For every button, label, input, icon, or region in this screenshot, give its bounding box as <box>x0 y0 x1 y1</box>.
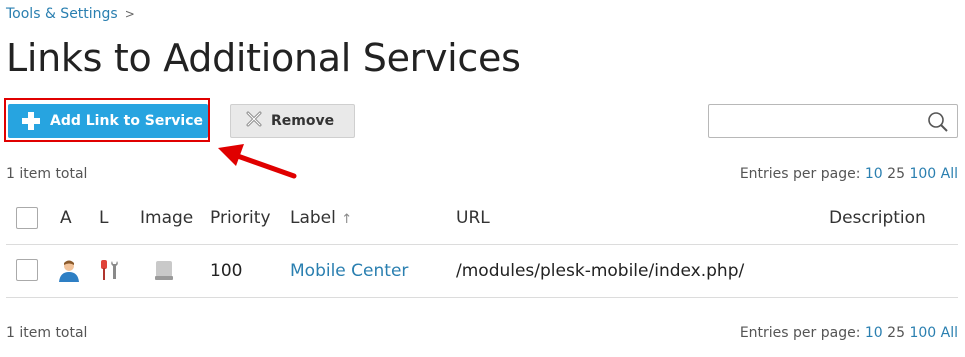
page-size-25[interactable]: 25 <box>887 325 905 341</box>
image-placeholder-icon <box>154 258 174 286</box>
search-box <box>708 104 958 138</box>
column-header-label[interactable]: Label ↑ <box>290 208 352 228</box>
remove-button[interactable]: Remove <box>230 104 355 138</box>
column-header-priority[interactable]: Priority <box>210 208 271 228</box>
row-priority: 100 <box>210 261 243 281</box>
column-header-description[interactable]: Description <box>829 208 926 228</box>
column-header-label-text: Label <box>290 208 336 228</box>
column-header-image[interactable]: Image <box>140 208 193 228</box>
page-size-10[interactable]: 10 <box>865 325 883 341</box>
sort-arrow-icon: ↑ <box>341 212 353 227</box>
breadcrumb: Tools & Settings > <box>6 6 135 22</box>
chevron-right-icon: > <box>124 7 135 21</box>
tools-icon <box>98 258 122 286</box>
column-header-url[interactable]: URL <box>456 208 490 228</box>
user-icon <box>58 258 80 286</box>
search-icon[interactable] <box>927 111 949 137</box>
page-size-100[interactable]: 100 <box>909 166 936 182</box>
page-title: Links to Additional Services <box>6 36 521 80</box>
page-size-all[interactable]: All <box>941 325 958 341</box>
plus-icon <box>22 112 40 130</box>
page-size-all[interactable]: All <box>941 166 958 182</box>
row-label-link[interactable]: Mobile Center <box>290 261 408 281</box>
entries-label: Entries per page: <box>739 325 861 341</box>
item-total-top: 1 item total <box>6 166 88 182</box>
row-url: /modules/plesk-mobile/index.php/ <box>456 261 745 281</box>
item-total-bottom: 1 item total <box>6 325 88 341</box>
remove-label: Remove <box>271 113 335 129</box>
add-link-label: Add Link to Service <box>50 113 204 129</box>
page-size-10[interactable]: 10 <box>865 166 883 182</box>
annotation-arrow-icon <box>218 144 297 179</box>
column-header-a[interactable]: A <box>60 208 72 228</box>
select-all-checkbox[interactable] <box>16 207 38 229</box>
search-input[interactable] <box>713 106 927 138</box>
breadcrumb-tools-settings[interactable]: Tools & Settings <box>6 6 118 22</box>
entries-per-page-bottom: Entries per page: 10 25 100 All <box>740 325 958 341</box>
add-link-button[interactable]: Add Link to Service <box>8 104 208 138</box>
page-size-100[interactable]: 100 <box>909 325 936 341</box>
row-checkbox[interactable] <box>16 259 38 281</box>
column-header-l[interactable]: L <box>99 208 108 228</box>
entries-per-page-top: Entries per page: 10 25 100 All <box>740 166 958 182</box>
entries-label: Entries per page: <box>739 166 861 182</box>
remove-x-icon <box>245 110 263 132</box>
row-divider <box>6 297 958 298</box>
page-size-25[interactable]: 25 <box>887 166 905 182</box>
